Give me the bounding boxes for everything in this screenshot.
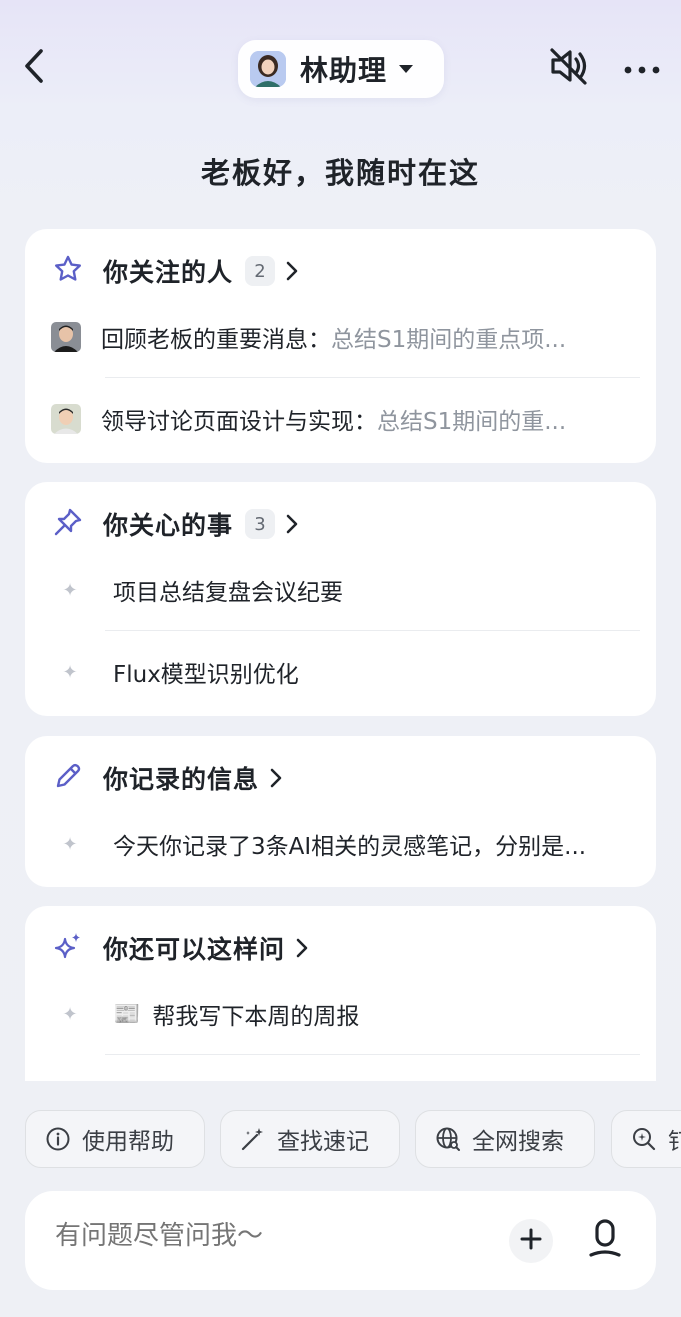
list-item[interactable]: 领导讨论页面设计与实现：总结S1期间的重... xyxy=(51,403,638,435)
info-circle-icon xyxy=(44,1125,72,1153)
newspaper-emoji-icon: 📰 xyxy=(113,1001,141,1027)
recorded-notes-card: 你记录的信息 ✦ 今天你记录了3条AI相关的灵感笔记，分别是... xyxy=(25,736,656,887)
divider xyxy=(105,1054,640,1055)
more-dots-icon xyxy=(624,59,660,78)
chip-web-search[interactable]: 全网搜索 xyxy=(415,1110,595,1168)
chip-usage-help[interactable]: 使用帮助 xyxy=(25,1110,205,1168)
magic-wand-icon xyxy=(239,1125,267,1153)
top-bar: 林助理 xyxy=(0,0,681,140)
sparkle-bullet-icon: ✦ xyxy=(62,1003,78,1025)
chip-label: 使用帮助 xyxy=(82,1129,174,1155)
chip-find-notes[interactable]: 查找速记 xyxy=(220,1110,400,1168)
plus-icon xyxy=(519,1227,543,1255)
chevron-right-icon xyxy=(285,513,299,535)
speaker-muted-icon xyxy=(547,46,591,90)
list-item[interactable]: ✦ Flux模型识别优化 xyxy=(51,656,638,689)
chip-label: 全网搜索 xyxy=(472,1129,564,1155)
more-button[interactable] xyxy=(620,50,664,86)
mute-button[interactable] xyxy=(546,48,592,88)
chip-label: 查找速记 xyxy=(277,1129,369,1155)
followed-matters-card: 你关心的事 3 ✦ 项目总结复盘会议纪要 ✦ Flux模型识别优化 xyxy=(25,482,656,716)
followed-people-header[interactable]: 你关注的人 2 xyxy=(53,253,299,289)
item-title: 项目总结复盘会议纪要 xyxy=(113,580,343,606)
followed-people-card: 你关注的人 2 回顾老板的重要消息：总结S1期间的重点项... 领导讨论页面设计… xyxy=(25,229,656,463)
section-title: 你关注的人 xyxy=(103,258,234,287)
back-arrow-icon xyxy=(23,48,45,88)
pin-icon xyxy=(53,507,83,541)
suggested-questions-card: 你还可以这样问 ✦ 📰 帮我写下本周的周报 xyxy=(25,906,656,1081)
assistant-name: 林助理 xyxy=(300,54,388,87)
chevron-down-icon xyxy=(399,65,414,73)
add-attachment-button[interactable] xyxy=(509,1219,553,1263)
voice-input-button[interactable] xyxy=(583,1219,627,1263)
count-badge: 3 xyxy=(245,509,276,539)
chevron-right-icon xyxy=(285,260,299,282)
back-button[interactable] xyxy=(14,46,54,90)
sparkle-bullet-icon: ✦ xyxy=(62,833,78,855)
message-input[interactable] xyxy=(55,1221,475,1251)
globe-search-icon xyxy=(434,1125,462,1153)
chevron-right-icon xyxy=(295,937,309,959)
star-outline-icon xyxy=(53,254,83,288)
search-sparkle-icon xyxy=(630,1125,658,1153)
item-title: 今天你记录了3条AI相关的灵感笔记，分别是... xyxy=(113,834,587,860)
assistant-switcher[interactable]: 林助理 xyxy=(238,40,444,98)
microphone-icon xyxy=(588,1219,622,1263)
recorded-notes-header[interactable]: 你记录的信息 xyxy=(53,760,283,796)
pencil-icon xyxy=(53,761,83,795)
item-summary: 总结S1期间的重点项... xyxy=(331,327,567,353)
item-title: Flux模型识别优化 xyxy=(113,662,299,688)
section-title: 你还可以这样问 xyxy=(103,935,286,964)
item-title: 领导讨论页面设计与实现： xyxy=(101,409,377,435)
chevron-right-icon xyxy=(269,767,283,789)
list-item[interactable]: ✦ 今天你记录了3条AI相关的灵感笔记，分别是... xyxy=(51,828,638,861)
followed-matters-header[interactable]: 你关心的事 3 xyxy=(53,506,299,542)
quick-action-bar: 使用帮助 查找速记 全网搜索 钉 xyxy=(25,1110,681,1168)
item-title: 帮我写下本周的周报 xyxy=(152,1004,360,1030)
sparkle-bullet-icon: ✦ xyxy=(62,579,78,601)
sparkle-bullet-icon: ✦ xyxy=(62,661,78,683)
list-item[interactable]: ✦ 📰 帮我写下本周的周报 xyxy=(51,998,638,1031)
divider xyxy=(105,377,640,378)
chip-more[interactable]: 钉 xyxy=(611,1110,681,1168)
greeting-title: 老板好，我随时在这 xyxy=(200,156,480,190)
item-title: 回顾老板的重要消息： xyxy=(101,327,331,353)
sparkle-icon xyxy=(53,931,83,965)
assistant-avatar xyxy=(250,51,286,87)
list-item[interactable]: 回顾老板的重要消息：总结S1期间的重点项... xyxy=(51,321,638,353)
divider xyxy=(105,630,640,631)
chip-label: 钉 xyxy=(668,1129,681,1155)
avatar xyxy=(51,404,81,434)
message-composer xyxy=(25,1191,656,1290)
section-title: 你关心的事 xyxy=(103,511,234,540)
section-title: 你记录的信息 xyxy=(103,765,260,794)
item-summary: 总结S1期间的重... xyxy=(377,409,567,435)
avatar xyxy=(51,322,81,352)
list-item[interactable]: ✦ 项目总结复盘会议纪要 xyxy=(51,574,638,607)
suggested-questions-header[interactable]: 你还可以这样问 xyxy=(53,930,309,966)
count-badge: 2 xyxy=(245,256,276,286)
